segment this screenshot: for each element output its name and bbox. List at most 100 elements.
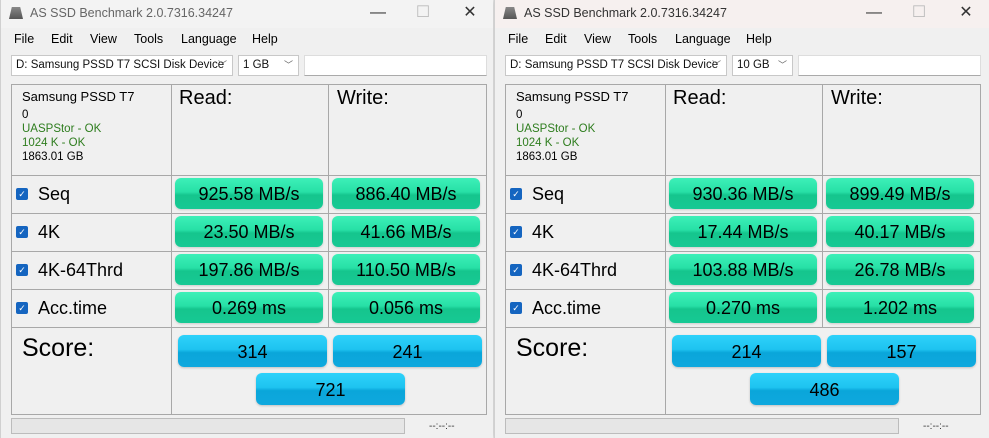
score-total: 721 (256, 373, 405, 405)
chevron-down-icon: ﹀ (777, 60, 787, 70)
menu-view[interactable]: View (584, 32, 611, 46)
menu-tools[interactable]: Tools (628, 32, 657, 46)
read-result: 17.44 MB/s (669, 216, 817, 247)
maximize-button[interactable]: ☐ (899, 2, 939, 26)
test-row-label[interactable]: ✓ 4K (510, 213, 554, 251)
score-read: 314 (178, 335, 327, 367)
drive-id: 0 (22, 109, 29, 121)
checkbox-checked-icon[interactable]: ✓ (16, 264, 28, 276)
read-header: Read: (673, 87, 727, 109)
size-select-value: 1 GB (243, 59, 270, 71)
test-row-label[interactable]: ✓ Acc.time (510, 289, 601, 327)
menu-language[interactable]: Language (675, 32, 731, 46)
divider (328, 85, 329, 327)
drive-select[interactable]: D: Samsung PSSD T7 SCSI Disk Device ﹀ (11, 55, 233, 76)
size-select-value: 10 GB (737, 59, 770, 71)
checkbox-checked-icon[interactable]: ✓ (510, 264, 522, 276)
read-result: 0.270 ms (669, 292, 817, 323)
menu-edit[interactable]: Edit (51, 32, 73, 46)
checkbox-checked-icon[interactable]: ✓ (16, 302, 28, 314)
chevron-down-icon: ﹀ (283, 60, 293, 70)
test-name: 4K (532, 221, 555, 242)
test-name: 4K-64Thrd (532, 259, 618, 280)
test-name: Seq (532, 183, 565, 204)
test-row-label[interactable]: ✓ 4K (16, 213, 60, 251)
read-result: 925.58 MB/s (175, 178, 323, 209)
menu-file[interactable]: File (14, 32, 34, 46)
divider (171, 85, 172, 327)
divider (822, 85, 823, 327)
drive-select-value: D: Samsung PSSD T7 SCSI Disk Device (16, 59, 225, 71)
write-result: 40.17 MB/s (826, 216, 974, 247)
test-row-label[interactable]: ✓ 4K-64Thrd (16, 251, 123, 289)
drive-select[interactable]: D: Samsung PSSD T7 SCSI Disk Device ﹀ (505, 55, 727, 76)
benchmark-window: AS SSD Benchmark 2.0.7316.34247 — ☐ ✕ Fi… (494, 0, 989, 438)
checkbox-checked-icon[interactable]: ✓ (510, 302, 522, 314)
test-row-label[interactable]: ✓ 4K-64Thrd (510, 251, 617, 289)
divider (506, 175, 980, 176)
driver-status: UASPStor - OK (22, 123, 102, 135)
menu-tools[interactable]: Tools (134, 32, 163, 46)
alignment-status: 1024 K - OK (22, 137, 86, 149)
read-result: 103.88 MB/s (669, 254, 817, 285)
maximize-button[interactable]: ☐ (403, 2, 443, 26)
divider (665, 328, 666, 414)
checkbox-checked-icon[interactable]: ✓ (510, 226, 522, 238)
progress-bar (505, 418, 899, 434)
write-header: Write: (831, 87, 883, 109)
test-name: 4K (38, 221, 61, 242)
close-button[interactable]: ✕ (450, 2, 490, 26)
drive-id: 0 (516, 109, 523, 121)
status-field[interactable] (304, 55, 487, 76)
title-bar[interactable]: AS SSD Benchmark 2.0.7316.34247 — ☐ ✕ (1, 0, 493, 28)
close-button[interactable]: ✕ (946, 2, 986, 26)
menu-edit[interactable]: Edit (545, 32, 567, 46)
test-name: Seq (38, 183, 71, 204)
app-icon (503, 7, 517, 19)
drive-info: Samsung PSSD T7 0 UASPStor - OK 1024 K -… (516, 90, 628, 164)
menu-view[interactable]: View (90, 32, 117, 46)
drive-name: Samsung PSSD T7 (516, 89, 629, 104)
menu-language[interactable]: Language (181, 32, 237, 46)
checkbox-checked-icon[interactable]: ✓ (16, 188, 28, 200)
divider (506, 213, 980, 214)
menu-bar: File Edit View Tools Language Help (1, 30, 493, 50)
test-row-label[interactable]: ✓ Seq (16, 175, 70, 213)
minimize-button[interactable]: — (854, 2, 894, 26)
menu-help[interactable]: Help (252, 32, 278, 46)
drive-capacity: 1863.01 GB (516, 151, 578, 163)
test-row-label[interactable]: ✓ Acc.time (16, 289, 107, 327)
checkbox-checked-icon[interactable]: ✓ (16, 226, 28, 238)
size-select[interactable]: 10 GB ﹀ (732, 55, 793, 76)
write-result: 899.49 MB/s (826, 178, 974, 209)
test-name: Acc.time (38, 297, 108, 318)
chevron-down-icon: ﹀ (217, 60, 227, 70)
checkbox-checked-icon[interactable]: ✓ (510, 188, 522, 200)
read-result: 197.86 MB/s (175, 254, 323, 285)
test-name: 4K-64Thrd (38, 259, 124, 280)
divider (506, 327, 980, 328)
drive-select-value: D: Samsung PSSD T7 SCSI Disk Device (510, 59, 719, 71)
drive-name: Samsung PSSD T7 (22, 89, 135, 104)
menu-file[interactable]: File (508, 32, 528, 46)
size-select[interactable]: 1 GB ﹀ (238, 55, 299, 76)
score-total: 486 (750, 373, 899, 405)
results-grid: Samsung PSSD T7 0 UASPStor - OK 1024 K -… (505, 84, 981, 415)
menu-bar: File Edit View Tools Language Help (495, 30, 989, 50)
read-result: 23.50 MB/s (175, 216, 323, 247)
alignment-status: 1024 K - OK (516, 137, 580, 149)
divider (665, 85, 666, 327)
test-name: Acc.time (532, 297, 602, 318)
score-write: 241 (333, 335, 482, 367)
write-result: 1.202 ms (826, 292, 974, 323)
test-row-label[interactable]: ✓ Seq (510, 175, 564, 213)
write-result: 110.50 MB/s (332, 254, 480, 285)
minimize-button[interactable]: — (358, 2, 398, 26)
menu-help[interactable]: Help (746, 32, 772, 46)
elapsed-time: --:--:-- (429, 421, 455, 432)
drive-capacity: 1863.01 GB (22, 151, 84, 163)
title-bar[interactable]: AS SSD Benchmark 2.0.7316.34247 — ☐ ✕ (495, 0, 989, 28)
divider (12, 327, 486, 328)
status-field[interactable] (798, 55, 981, 76)
write-result: 886.40 MB/s (332, 178, 480, 209)
